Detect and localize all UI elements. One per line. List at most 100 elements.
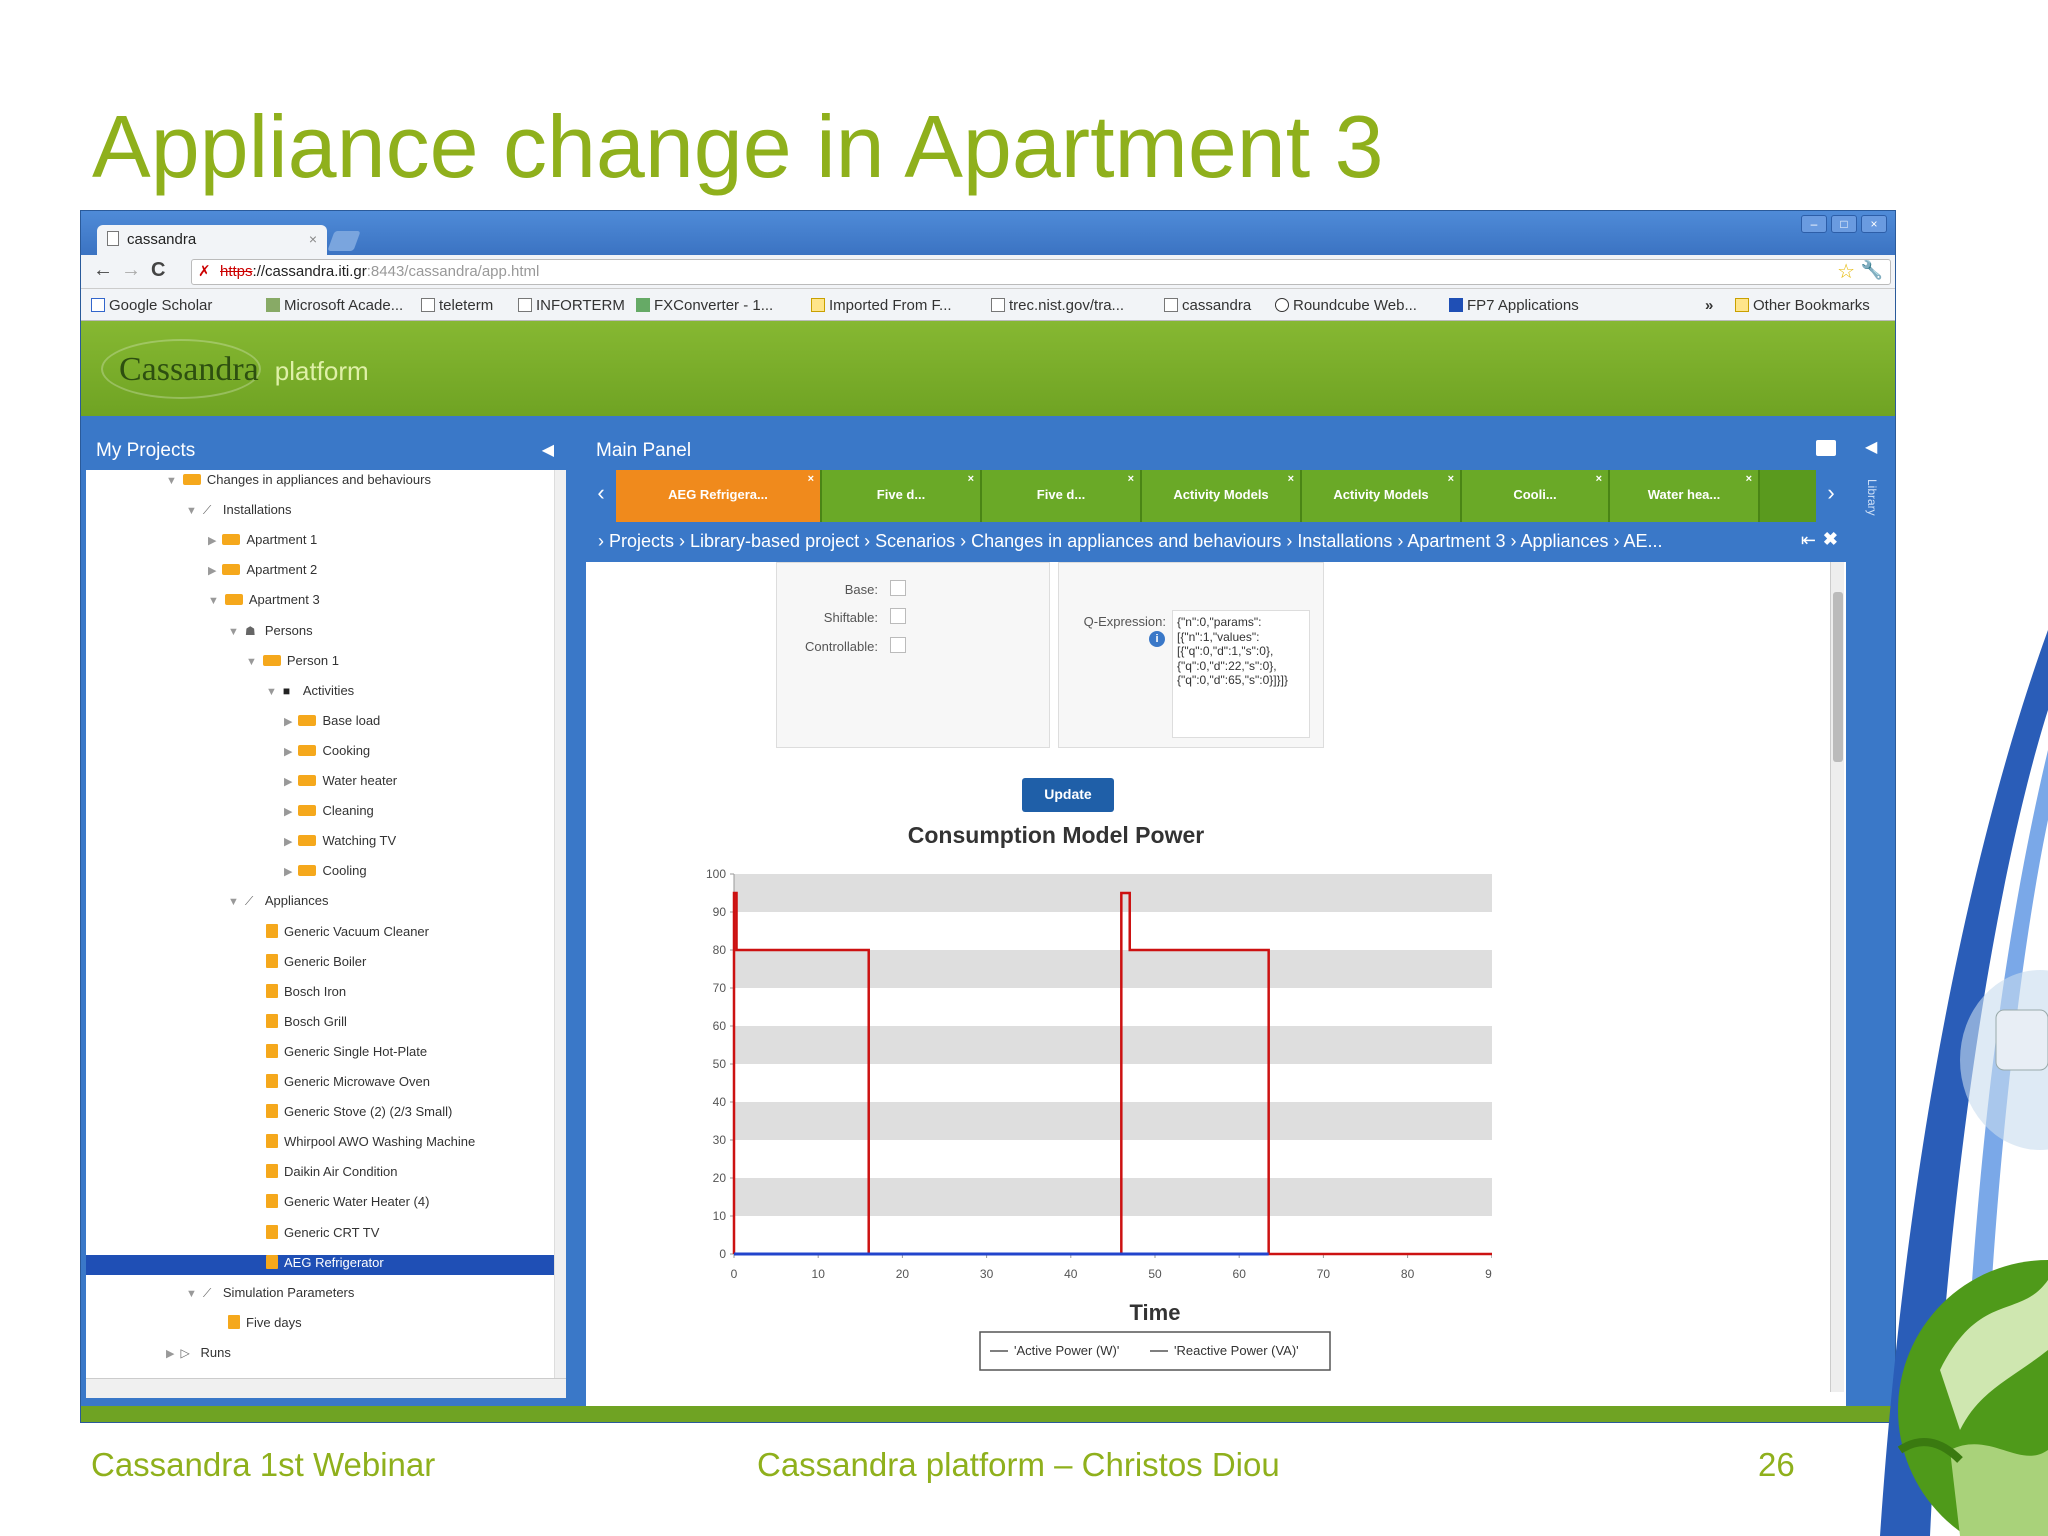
tree-node[interactable]: Generic Microwave Oven (266, 1074, 430, 1094)
bookmark-trec[interactable]: trec.nist.gov/tra... (991, 297, 1124, 314)
bookmark-google-scholar[interactable]: Google Scholar (91, 297, 212, 314)
tree-node[interactable]: ▶ Base load (284, 713, 380, 733)
tabs-scroll-left-icon[interactable]: ‹ (586, 470, 616, 522)
expand-down-icon[interactable]: ▼ (208, 595, 219, 607)
tree-node[interactable]: Daikin Air Condition (266, 1164, 397, 1184)
expand-right-icon[interactable]: ▶ (284, 746, 292, 758)
expand-right-icon[interactable]: ▶ (284, 716, 292, 728)
tree-node[interactable]: ▼ ■ Activities (266, 683, 354, 703)
bookmark-inforterm[interactable]: INFORTERM (518, 297, 625, 314)
tree-node[interactable]: ▶ Cooling (284, 863, 367, 883)
tree-node[interactable]: Whirpool AWO Washing Machine (266, 1134, 475, 1154)
expand-right-icon[interactable]: ▶ (208, 565, 216, 577)
forward-icon[interactable]: → (121, 259, 141, 282)
tree-node[interactable]: Generic Water Heater (4) (266, 1194, 429, 1214)
close-window-button[interactable]: × (1861, 215, 1887, 233)
close-tab-icon[interactable]: × (1448, 473, 1454, 485)
expand-down-icon[interactable]: ▼ (186, 1288, 197, 1300)
tree-scrollbar[interactable] (554, 470, 566, 1380)
tree-node[interactable]: Generic Stove (2) (2/3 Small) (266, 1104, 452, 1124)
editor-tab[interactable]: Cooli... × (1462, 470, 1610, 522)
tabs-scroll-right-icon[interactable]: › (1816, 470, 1846, 522)
expand-right-icon[interactable]: ▶ (208, 535, 216, 547)
bookmark-imported[interactable]: Imported From F... (811, 297, 952, 314)
close-tab-icon[interactable]: × (968, 473, 974, 485)
tree-node[interactable]: ▼ ⟋ Simulation Parameters (186, 1285, 354, 1305)
editor-tab[interactable]: Water hea... × (1610, 470, 1760, 522)
editor-tab[interactable]: AEG Refrigera... × (616, 470, 822, 522)
bookmark-roundcube[interactable]: Roundcube Web... (1275, 297, 1417, 314)
expand-right-icon[interactable]: ▶ (284, 806, 292, 818)
tree-node[interactable]: ▶ Cooking (284, 743, 370, 763)
close-editor-icon[interactable]: ✖ (1823, 529, 1838, 550)
tree-node[interactable]: ▶ Water heater (284, 773, 397, 793)
tree-node[interactable]: Generic Boiler (266, 953, 366, 974)
reload-icon[interactable]: C (151, 259, 165, 282)
breadcrumb-text[interactable]: › Projects › Library-based project › Sce… (598, 531, 1663, 551)
expand-down-icon[interactable]: ▼ (228, 626, 239, 638)
tree-node[interactable]: AEG Refrigerator (86, 1254, 556, 1275)
expand-down-icon[interactable]: ▼ (228, 896, 239, 908)
other-bookmarks[interactable]: Other Bookmarks (1735, 297, 1870, 314)
tree-node[interactable]: Generic Single Hot-Plate (266, 1043, 427, 1064)
back-icon[interactable]: ← (93, 259, 113, 282)
expand-right-icon[interactable]: ▶ (284, 776, 292, 788)
close-tab-icon[interactable]: × (1746, 473, 1752, 485)
tree-node[interactable]: Bosch Grill (266, 1013, 347, 1034)
expand-down-icon[interactable]: ▼ (166, 475, 177, 487)
info-icon[interactable]: i (1149, 631, 1165, 647)
url-field[interactable]: ✗ https://cassandra.iti.gr:8443/cassandr… (191, 259, 1891, 285)
library-label[interactable]: Library (1865, 479, 1879, 516)
close-tab-icon[interactable]: × (1596, 473, 1602, 485)
update-button[interactable]: Update (1022, 778, 1114, 812)
bookmark-fp7[interactable]: FP7 Applications (1449, 297, 1579, 314)
bookmark-cassandra[interactable]: cassandra (1164, 297, 1251, 314)
controllable-checkbox[interactable] (890, 637, 906, 653)
new-tab-button[interactable] (327, 231, 361, 251)
tree-node[interactable]: Five days (228, 1314, 302, 1335)
tree-node[interactable]: ▼ Apartment 3 (208, 592, 320, 612)
base-checkbox[interactable] (890, 580, 906, 596)
close-tab-icon[interactable]: × (309, 231, 317, 247)
tree-node[interactable]: ▶ Apartment 1 (208, 532, 317, 552)
editor-tab[interactable]: Five d... × (822, 470, 982, 522)
editor-tab[interactable]: Five d... × (982, 470, 1142, 522)
tree-node[interactable]: ▼ Person 1 (246, 653, 339, 673)
expand-right-icon[interactable]: ▶ (284, 866, 292, 878)
bookmark-microsoft-academic[interactable]: Microsoft Acade... (266, 297, 403, 314)
expand-down-icon[interactable]: ▼ (246, 656, 257, 668)
collapse-left-icon[interactable]: ◀ (542, 440, 554, 460)
bookmark-star-icon[interactable]: ☆ (1837, 259, 1855, 284)
maximize-panel-icon[interactable] (1816, 440, 1836, 456)
tree-node[interactable]: ▼ ⟋ Installations (186, 502, 292, 522)
tree-node[interactable]: ▼ Changes in appliances and behaviours (166, 472, 431, 492)
editor-tab[interactable]: Activity Models × (1302, 470, 1462, 522)
expand-down-icon[interactable]: ▼ (186, 505, 197, 517)
expand-down-icon[interactable]: ▼ (266, 686, 277, 698)
wrench-icon[interactable]: 🔧 (1861, 260, 1883, 281)
bookmark-fxconverter[interactable]: FXConverter - 1... (636, 297, 773, 314)
tree-node[interactable]: Generic CRT TV (266, 1224, 379, 1245)
close-tab-icon[interactable]: × (808, 473, 814, 485)
qexpr-textarea[interactable]: {"n":0,"params": [{"n":1,"values": [{"q"… (1172, 610, 1310, 738)
tree-node[interactable]: ▶ Apartment 2 (208, 562, 317, 582)
maximize-button[interactable]: □ (1831, 215, 1857, 233)
tree-node[interactable]: ▼ ☗ Persons (228, 623, 313, 643)
shiftable-checkbox[interactable] (890, 608, 906, 624)
bookmark-teleterm[interactable]: teleterm (421, 297, 493, 314)
browser-tab[interactable]: cassandra × (97, 225, 327, 255)
tree-node[interactable]: ▶ ▷ Runs (166, 1345, 231, 1365)
editor-tab[interactable]: Activity Models × (1142, 470, 1302, 522)
tree-node[interactable]: Generic Vacuum Cleaner (266, 923, 429, 944)
more-bookmarks-button[interactable]: » (1705, 297, 1713, 314)
tree-node[interactable]: ▼ ⟋ Appliances (228, 893, 329, 913)
expand-right-icon[interactable]: ◀ (1865, 437, 1877, 457)
close-tab-icon[interactable]: × (1288, 473, 1294, 485)
tree-node[interactable]: ▶ Watching TV (284, 833, 396, 853)
pin-icon[interactable]: ⇤ (1801, 530, 1816, 551)
tree-node[interactable]: ▶ Cleaning (284, 803, 374, 823)
tree-horizontal-scrollbar[interactable] (86, 1378, 566, 1398)
minimize-button[interactable]: – (1801, 215, 1827, 233)
close-tab-icon[interactable]: × (1128, 473, 1134, 485)
expand-right-icon[interactable]: ▶ (284, 836, 292, 848)
